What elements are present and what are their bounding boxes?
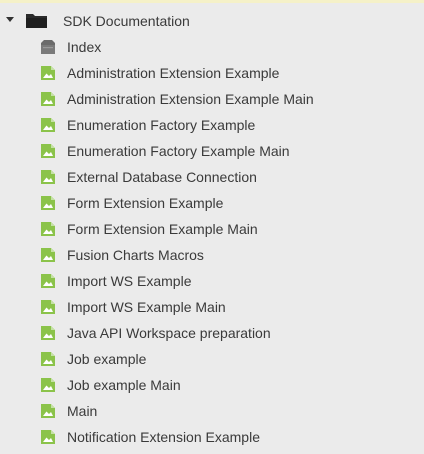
documentation-tree: SDK Documentation Index Administration Ex…	[0, 8, 424, 450]
tree-item-label: Form Extension Example	[67, 195, 224, 211]
tree-item-java-api-workspace-preparation[interactable]: Java API Workspace preparation	[0, 320, 424, 346]
tree-item-label: Fusion Charts Macros	[67, 247, 204, 263]
tree-item-import-ws-example[interactable]: Import WS Example	[0, 268, 424, 294]
page-icon	[41, 326, 55, 340]
folder-icon	[26, 14, 47, 28]
tree-item-label: Form Extension Example Main	[67, 221, 258, 237]
tree-item-label: Import WS Example	[67, 273, 192, 289]
tree-root-label: SDK Documentation	[63, 13, 190, 29]
tree-item-job-example-main[interactable]: Job example Main	[0, 372, 424, 398]
tree-item-label: Enumeration Factory Example	[67, 117, 256, 133]
page-icon	[41, 66, 55, 80]
tree-item-form-extension-example[interactable]: Form Extension Example	[0, 190, 424, 216]
tree-item-form-extension-example-main[interactable]: Form Extension Example Main	[0, 216, 424, 242]
index-page-icon	[41, 40, 55, 54]
tree-item-administration-extension-example-main[interactable]: Administration Extension Example Main	[0, 86, 424, 112]
page-icon	[41, 144, 55, 158]
page-icon	[41, 248, 55, 262]
tree-item-label: Java API Workspace preparation	[67, 325, 271, 341]
tree-item-label: Job example	[67, 351, 147, 367]
tree-item-index[interactable]: Index	[0, 34, 424, 60]
tree-item-label: Index	[67, 39, 102, 55]
page-icon	[41, 222, 55, 236]
page-icon	[41, 170, 55, 184]
tree-item-label: Enumeration Factory Example Main	[67, 143, 290, 159]
tree-item-label: External Database Connection	[67, 169, 257, 185]
page-icon	[41, 92, 55, 106]
page-icon	[41, 300, 55, 314]
page-icon	[41, 430, 55, 444]
tree-item-label: Main	[67, 403, 98, 419]
top-accent-bar	[0, 0, 424, 3]
tree-item-label: Import WS Example Main	[67, 299, 226, 315]
tree-root-sdk-documentation[interactable]: SDK Documentation	[0, 8, 424, 34]
tree-item-main[interactable]: Main	[0, 398, 424, 424]
tree-item-label: Notification Extension Example	[67, 429, 260, 445]
tree-item-label: Administration Extension Example Main	[67, 91, 314, 107]
tree-item-administration-extension-example[interactable]: Administration Extension Example	[0, 60, 424, 86]
page-icon	[41, 378, 55, 392]
tree-item-external-database-connection[interactable]: External Database Connection	[0, 164, 424, 190]
page-icon	[41, 352, 55, 366]
collapse-caret-icon[interactable]	[6, 17, 14, 22]
tree-item-label: Job example Main	[67, 377, 181, 393]
tree-item-enumeration-factory-example-main[interactable]: Enumeration Factory Example Main	[0, 138, 424, 164]
tree-item-notification-extension-example[interactable]: Notification Extension Example	[0, 424, 424, 450]
tree-children-list: Index Administration Extension Example Adm…	[0, 34, 424, 450]
tree-item-import-ws-example-main[interactable]: Import WS Example Main	[0, 294, 424, 320]
page-icon	[41, 274, 55, 288]
page-icon	[41, 118, 55, 132]
tree-item-job-example[interactable]: Job example	[0, 346, 424, 372]
tree-item-fusion-charts-macros[interactable]: Fusion Charts Macros	[0, 242, 424, 268]
tree-item-enumeration-factory-example[interactable]: Enumeration Factory Example	[0, 112, 424, 138]
page-icon	[41, 196, 55, 210]
tree-item-label: Administration Extension Example	[67, 65, 280, 81]
page-icon	[41, 404, 55, 418]
